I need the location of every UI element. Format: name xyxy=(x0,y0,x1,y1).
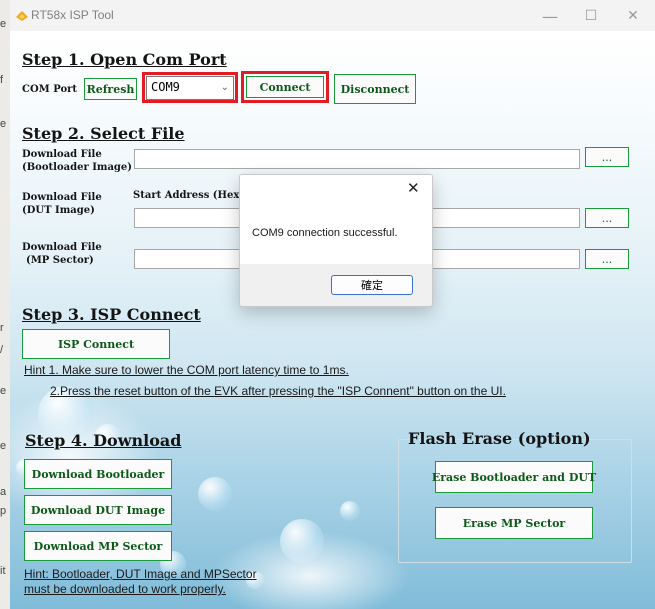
mp-sector-browse-button[interactable]: ... xyxy=(585,249,629,269)
background-window-edge: e f e r / e e a p it xyxy=(0,0,10,609)
window-title: RT58x ISP Tool xyxy=(31,8,114,22)
com-port-value: COM9 xyxy=(151,80,180,94)
bootloader-browse-button[interactable]: ... xyxy=(585,147,629,167)
download-dut-image-button[interactable]: Download DUT Image xyxy=(24,495,172,525)
erase-bootloader-dut-button[interactable]: Erase Bootloader and DUT xyxy=(432,461,596,493)
flash-erase-title: Flash Erase (option) xyxy=(408,429,591,448)
bootloader-file-label-line1: Download File xyxy=(22,149,102,160)
app-logo-icon xyxy=(16,11,28,21)
download-bootloader-button[interactable]: Download Bootloader xyxy=(24,459,172,489)
mp-sector-file-label-line1: Download File xyxy=(22,242,102,253)
background-text: a xyxy=(0,486,7,498)
hint-reset: 2.Press the reset button of the EVK afte… xyxy=(50,384,506,398)
chevron-down-icon: ⌄ xyxy=(220,82,229,93)
com-port-select[interactable]: COM9 ⌄ xyxy=(146,76,234,100)
flash-erase-group xyxy=(398,439,632,563)
ok-button[interactable]: 確定 xyxy=(331,275,413,295)
refresh-button[interactable]: Refresh xyxy=(84,78,137,100)
connect-button[interactable]: Connect xyxy=(246,76,324,98)
hint-download-line2: must be downloaded to work properly. xyxy=(24,582,226,596)
dut-browse-button[interactable]: ... xyxy=(585,208,629,228)
mp-sector-file-label-line2: (MP Sector) xyxy=(26,255,94,266)
background-text: f xyxy=(0,74,4,86)
download-mp-sector-button[interactable]: Download MP Sector xyxy=(24,531,172,561)
step1-heading: Step 1. Open Com Port xyxy=(22,50,227,69)
close-icon[interactable]: ✕ xyxy=(407,179,420,197)
step4-heading: Step 4. Download xyxy=(25,431,182,450)
erase-mp-sector-button[interactable]: Erase MP Sector xyxy=(435,507,593,539)
background-text: e xyxy=(0,18,7,30)
main-panel: Step 1. Open Com Port COM Port Refresh C… xyxy=(10,31,655,609)
background-text: it xyxy=(0,565,6,577)
background-text: e xyxy=(0,440,7,452)
step2-heading: Step 2. Select File xyxy=(22,124,185,143)
minimize-button[interactable]: — xyxy=(528,3,572,29)
bootloader-file-label-line2: (Bootloader Image) xyxy=(22,162,133,173)
com-port-label: COM Port xyxy=(22,84,78,95)
step3-heading: Step 3. ISP Connect xyxy=(22,305,201,324)
close-button[interactable]: ✕ xyxy=(611,3,655,29)
dut-file-label-line1: Download File xyxy=(22,192,102,203)
maximize-button[interactable]: ☐ xyxy=(569,3,613,29)
start-address-label: Start Address (Hex) xyxy=(133,190,245,201)
background-text: e xyxy=(0,118,7,130)
dialog-message: COM9 connection successful. xyxy=(252,227,398,239)
bootloader-file-label: Download File (Bootloader Image) xyxy=(22,148,132,174)
title-bar[interactable]: RT58x ISP Tool — ☐ ✕ xyxy=(10,0,655,31)
background-text: / xyxy=(0,344,4,356)
isp-tool-window: RT58x ISP Tool — ☐ ✕ Step 1. Open Com Po… xyxy=(10,0,655,609)
isp-connect-button[interactable]: ISP Connect xyxy=(22,329,170,359)
dut-file-label-line2: (DUT Image) xyxy=(22,205,95,216)
mp-sector-file-label: Download File (MP Sector) xyxy=(22,241,102,267)
dialog-body xyxy=(240,175,432,264)
hint-download-line1: Hint: Bootloader, DUT Image and MPSector xyxy=(24,567,257,581)
disconnect-button[interactable]: Disconnect xyxy=(334,74,416,104)
background-text: p xyxy=(0,505,7,517)
background-text: e xyxy=(0,385,7,397)
dut-file-label: Download File (DUT Image) xyxy=(22,191,102,217)
background-text: r xyxy=(0,322,4,334)
hint-latency: Hint 1. Make sure to lower the COM port … xyxy=(24,363,349,377)
connection-success-dialog: ✕ COM9 connection successful. 確定 xyxy=(239,174,433,307)
bootloader-file-path-input[interactable] xyxy=(134,149,580,169)
